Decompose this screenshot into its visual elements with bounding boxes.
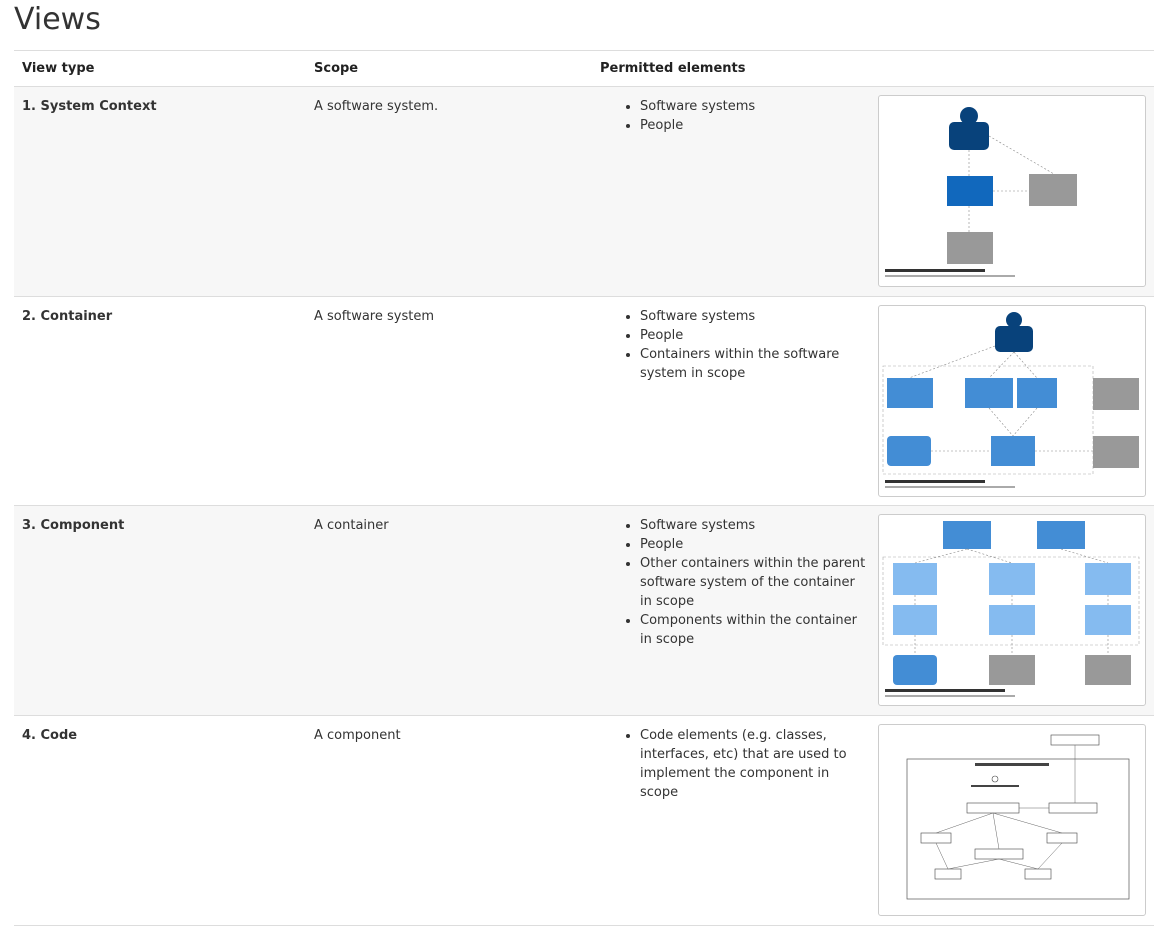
table-row: 3. Component A container Software system… [14,505,1154,716]
scope-cell: A container [306,505,592,716]
code-diagram-image[interactable] [878,724,1146,916]
header-diagram [878,50,1154,87]
list-item: Components within the container in scope [640,611,870,649]
permitted-cell: Software systems People [592,86,878,297]
header-scope: Scope [306,50,592,87]
list-item: Software systems [640,516,870,535]
scope-cell: A component [306,715,592,926]
header-view-type: View type [14,50,306,87]
diagram-cell [878,296,1154,506]
scope-cell: A software system [306,296,592,506]
diagram-cell [878,86,1154,297]
component-diagram-image[interactable] [878,514,1146,706]
system-context-diagram-image[interactable] [878,95,1146,287]
list-item: Software systems [640,97,870,116]
permitted-list: Software systems People Containers withi… [600,307,870,383]
header-permitted: Permitted elements [592,50,878,87]
list-item: People [640,116,870,135]
table-header-row: View type Scope Permitted elements [14,50,1154,87]
view-type-cell: 1. System Context [14,86,306,297]
container-diagram-image[interactable] [878,305,1146,497]
permitted-cell: Code elements (e.g. classes, interfaces,… [592,715,878,926]
diagram-cell [878,505,1154,716]
list-item: People [640,535,870,554]
permitted-cell: Software systems People Containers withi… [592,296,878,506]
permitted-list: Software systems People [600,97,870,135]
view-type-cell: 2. Container [14,296,306,506]
views-table: View type Scope Permitted elements 1. Sy… [14,50,1154,926]
list-item: Containers within the software system in… [640,345,870,383]
list-item: Software systems [640,307,870,326]
list-item: Other containers within the parent softw… [640,554,870,611]
scope-cell: A software system. [306,86,592,297]
table-row: 1. System Context A software system. Sof… [14,86,1154,297]
view-type-cell: 4. Code [14,715,306,926]
diagram-cell [878,715,1154,926]
page-title: Views [14,2,101,37]
table-row: 4. Code A component Code elements (e.g. … [14,715,1154,926]
permitted-cell: Software systems People Other containers… [592,505,878,716]
view-type-cell: 3. Component [14,505,306,716]
page: Views View type Scope Permitted elements… [0,0,1162,931]
permitted-list: Code elements (e.g. classes, interfaces,… [600,726,870,802]
list-item: People [640,326,870,345]
list-item: Code elements (e.g. classes, interfaces,… [640,726,870,802]
permitted-list: Software systems People Other containers… [600,516,870,649]
table-row: 2. Container A software system Software … [14,296,1154,506]
